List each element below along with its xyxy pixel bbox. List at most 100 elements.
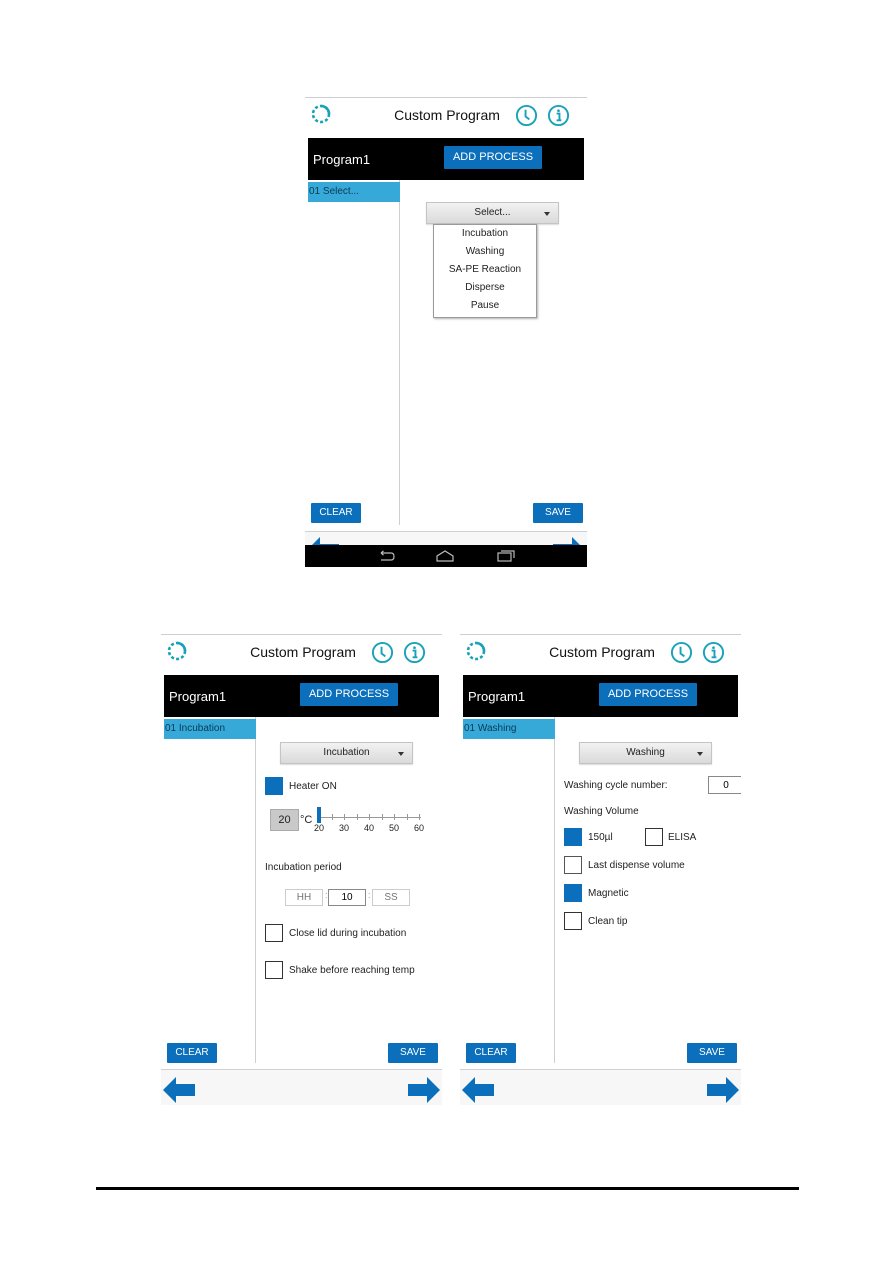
clean-tip-checkbox[interactable] [564, 912, 582, 930]
program-bar: Program1 ADD PROCESS [308, 138, 584, 180]
clear-button[interactable]: CLEAR [466, 1043, 516, 1063]
program-name: Program1 [313, 152, 371, 167]
close-lid-label: Close lid during incubation [289, 928, 407, 939]
step-item-01[interactable]: 01 Incubation [164, 719, 256, 739]
cycle-number-input[interactable] [708, 776, 741, 794]
washing-volume-label: Washing Volume [564, 806, 639, 817]
home-icon[interactable] [436, 550, 454, 562]
slider-thumb[interactable] [317, 807, 321, 823]
tick-label: 30 [338, 823, 349, 833]
step-list: 01 Select... [308, 180, 400, 525]
back-icon[interactable] [377, 550, 395, 562]
add-process-button[interactable]: ADD PROCESS [444, 146, 542, 169]
step-item-01[interactable]: 01 Select... [308, 182, 400, 202]
screen-select-process: Custom Program Program1 ADD PROCESS 01 S… [305, 97, 587, 567]
elisa-label: ELISA [668, 832, 697, 843]
hours-input[interactable] [285, 889, 323, 906]
program-bar: Program1 ADD PROCESS [164, 675, 439, 717]
process-type-select[interactable]: Washing [579, 742, 712, 764]
chevron-down-icon [697, 752, 703, 756]
slider-tick [344, 814, 345, 820]
slider-tick [394, 814, 395, 820]
program-name: Program1 [169, 689, 227, 704]
process-option-washing[interactable]: Washing [434, 243, 536, 261]
screen-incubation: Custom Program Program1 ADD PROCESS 01 I… [161, 634, 442, 1105]
step-item-01[interactable]: 01 Washing [463, 719, 555, 739]
arrow-left-icon[interactable] [307, 536, 339, 545]
incubation-period-label: Incubation period [265, 862, 342, 873]
app-title: Custom Program [549, 644, 655, 660]
tick-label: 40 [363, 823, 374, 833]
android-system-bar [305, 545, 587, 567]
save-button[interactable]: SAVE [388, 1043, 438, 1063]
last-dispense-checkbox[interactable] [564, 856, 582, 874]
magnetic-checkbox[interactable] [564, 884, 582, 902]
slider-tick [419, 814, 420, 820]
process-option-pause[interactable]: Pause [434, 297, 536, 315]
step-editor: Incubation Heater ON 20 °C 20 30 40 50 6… [257, 717, 439, 1063]
process-option-disperse[interactable]: Disperse [434, 279, 536, 297]
clear-button[interactable]: CLEAR [167, 1043, 217, 1063]
heater-label: Heater ON [289, 781, 337, 792]
temperature-value: 20 [270, 809, 299, 831]
add-process-button[interactable]: ADD PROCESS [300, 683, 398, 706]
chevron-down-icon [398, 752, 404, 756]
elisa-checkbox[interactable] [645, 828, 663, 846]
screen-washing: Custom Program Program1 ADD PROCESS 01 W… [460, 634, 741, 1105]
process-select-value: Select... [474, 207, 511, 218]
temperature-slider[interactable]: 20 30 40 50 60 [314, 805, 424, 835]
slider-tick [406, 814, 408, 820]
add-process-button[interactable]: ADD PROCESS [599, 683, 697, 706]
process-option-sape-reaction[interactable]: SA-PE Reaction [434, 261, 536, 279]
arrow-right-icon[interactable] [553, 536, 585, 545]
process-option-incubation[interactable]: Incubation [434, 225, 536, 243]
process-type-select[interactable]: Incubation [280, 742, 413, 764]
heater-checkbox[interactable] [265, 777, 283, 795]
app-bar: Custom Program [460, 635, 741, 675]
save-button[interactable]: SAVE [687, 1043, 737, 1063]
process-type-menu: Incubation Washing SA-PE Reaction Disper… [433, 224, 537, 318]
recent-apps-icon[interactable] [497, 549, 515, 562]
clear-button[interactable]: CLEAR [311, 503, 361, 523]
slider-tick [369, 814, 370, 820]
step-nav-bar [161, 1069, 442, 1105]
last-dispense-label: Last dispense volume [588, 860, 685, 871]
step-nav-bar [460, 1069, 741, 1105]
save-button[interactable]: SAVE [533, 503, 583, 523]
clock-icon[interactable] [670, 641, 693, 664]
process-type-select[interactable]: Select... [426, 202, 559, 224]
slider-tick [356, 814, 358, 820]
slider-tick [381, 814, 383, 820]
app-title: Custom Program [250, 644, 356, 660]
clock-icon[interactable] [371, 641, 394, 664]
slider-tick [331, 814, 333, 820]
minutes-input[interactable] [328, 889, 366, 906]
info-icon[interactable] [403, 641, 426, 664]
step-list: 01 Incubation [164, 717, 256, 1063]
close-lid-checkbox[interactable] [265, 924, 283, 942]
step-nav-bar [305, 531, 587, 545]
magnetic-label: Magnetic [588, 888, 629, 899]
arrow-right-icon[interactable] [707, 1076, 739, 1104]
app-logo-icon [466, 641, 486, 661]
arrow-right-icon[interactable] [408, 1076, 440, 1104]
chevron-down-icon [544, 212, 550, 216]
program-bar: Program1 ADD PROCESS [463, 675, 738, 717]
arrow-left-icon[interactable] [462, 1076, 494, 1104]
time-separator: : [368, 890, 371, 900]
seconds-input[interactable] [372, 889, 410, 906]
program-name: Program1 [468, 689, 526, 704]
info-icon[interactable] [702, 641, 725, 664]
clean-tip-label: Clean tip [588, 916, 628, 927]
step-list: 01 Washing [463, 717, 555, 1063]
shake-checkbox[interactable] [265, 961, 283, 979]
tick-label: 60 [413, 823, 424, 833]
app-logo-icon [311, 104, 331, 124]
tick-label: 50 [388, 823, 399, 833]
info-icon[interactable] [547, 104, 570, 127]
app-bar: Custom Program [161, 635, 442, 675]
arrow-left-icon[interactable] [163, 1076, 195, 1104]
volume-150ul-checkbox[interactable] [564, 828, 582, 846]
clock-icon[interactable] [515, 104, 538, 127]
page-footer-rule [96, 1187, 799, 1190]
